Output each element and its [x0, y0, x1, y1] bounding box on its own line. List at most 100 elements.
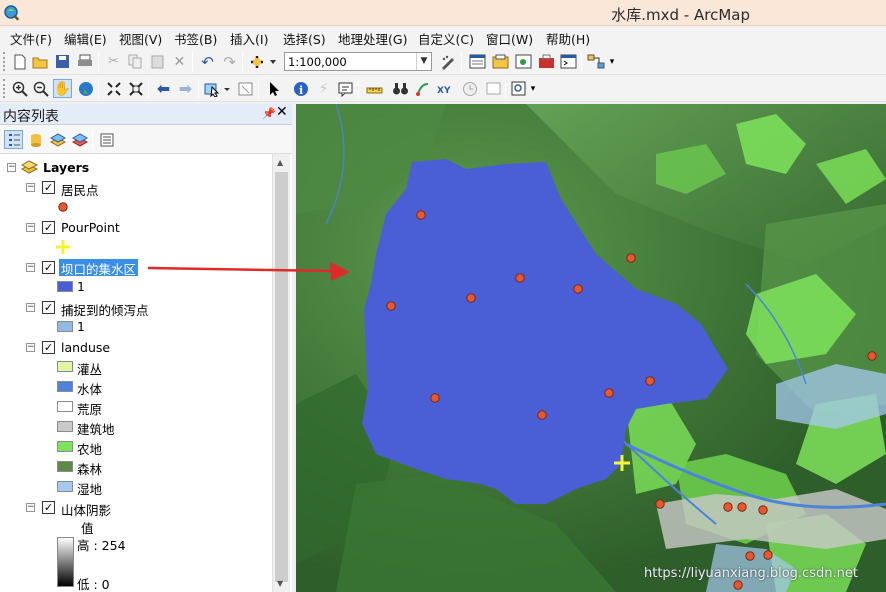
collapse-icon[interactable]: − — [26, 343, 35, 352]
table-of-contents-window-icon[interactable] — [468, 52, 487, 71]
menu-file[interactable]: 文件(F) — [10, 29, 52, 48]
layer-row-residents[interactable]: − ✓ 居民点 — [0, 178, 270, 198]
menu-insert[interactable]: 插入(I) — [230, 29, 268, 48]
select-elements-arrow-icon[interactable] — [265, 79, 284, 98]
fixed-zoom-out-icon[interactable] — [126, 79, 145, 98]
map-scale-combobox[interactable]: 1:100,000 ▼ — [284, 52, 432, 71]
find-route-icon[interactable] — [413, 79, 432, 98]
python-window-icon[interactable] — [559, 52, 578, 71]
toolbar-overflow-icon[interactable]: ▾ — [607, 52, 617, 71]
list-by-selection-icon[interactable] — [70, 130, 89, 149]
layer-row-catchment[interactable]: − ✓ 坝口的集水区 — [0, 258, 270, 277]
delete-icon[interactable]: ✕ — [170, 52, 189, 71]
toolbar-overflow-icon[interactable]: ▾ — [528, 79, 538, 98]
map-canvas[interactable] — [296, 104, 886, 592]
fixed-zoom-in-icon[interactable] — [104, 79, 123, 98]
html-popup-icon[interactable] — [336, 79, 355, 98]
paste-icon[interactable] — [148, 52, 167, 71]
go-to-xy-icon[interactable]: XY — [435, 79, 454, 98]
layer-row-snapped-pourpoint[interactable]: − ✓ 捕捉到的倾泻点 — [0, 298, 270, 318]
collapse-icon[interactable]: − — [26, 503, 35, 512]
menu-view[interactable]: 视图(V) — [119, 29, 162, 48]
collapse-icon[interactable]: − — [26, 303, 35, 312]
modelbuilder-icon[interactable] — [586, 52, 605, 71]
layer-visibility-checkbox[interactable]: ✓ — [42, 221, 55, 234]
toolbar-grip[interactable] — [3, 79, 6, 98]
list-by-source-icon[interactable] — [26, 130, 45, 149]
new-document-icon[interactable] — [10, 52, 29, 71]
layers-root-row[interactable]: − Layers — [0, 158, 270, 176]
scroll-down-icon[interactable]: ▼ — [277, 579, 283, 588]
layer-visibility-checkbox[interactable]: ✓ — [42, 181, 55, 194]
copy-icon[interactable] — [126, 52, 145, 71]
cut-icon[interactable]: ✂ — [104, 52, 123, 71]
menu-edit[interactable]: 编辑(E) — [64, 29, 107, 48]
layer-visibility-checkbox[interactable]: ✓ — [42, 501, 55, 514]
clear-selection-icon[interactable] — [236, 79, 255, 98]
menu-selection[interactable]: 选择(S) — [283, 29, 326, 48]
create-viewer-window-icon[interactable] — [484, 79, 503, 98]
zoom-in-icon[interactable] — [10, 79, 29, 98]
resident-point — [626, 253, 636, 263]
resident-point — [430, 393, 440, 403]
legend-landuse-class: 湿地 — [0, 478, 140, 497]
map-display[interactable] — [296, 104, 886, 592]
menu-bookmarks[interactable]: 书签(B) — [174, 29, 217, 48]
pin-icon[interactable]: 📌 — [262, 107, 276, 120]
resident-point — [466, 293, 476, 303]
magnifier-window-icon[interactable] — [509, 79, 529, 98]
find-binoculars-icon[interactable] — [391, 79, 410, 98]
layer-visibility-checkbox[interactable]: ✓ — [42, 341, 55, 354]
layer-row-pourpoint[interactable]: − ✓ PourPoint — [0, 218, 270, 236]
search-window-icon[interactable] — [514, 52, 533, 71]
collapse-icon[interactable]: − — [26, 183, 35, 192]
editor-toolbar-icon[interactable] — [438, 52, 457, 71]
close-icon[interactable]: ✕ — [276, 104, 288, 120]
toc-vertical-scrollbar[interactable]: ▲ ▼ — [272, 154, 290, 592]
collapse-icon[interactable]: − — [26, 263, 35, 272]
layer-visibility-checkbox[interactable]: ✓ — [42, 301, 55, 314]
go-forward-extent-icon[interactable]: ➡ — [176, 79, 195, 98]
layer-row-landuse[interactable]: − ✓ landuse — [0, 338, 270, 356]
layer-visibility-checkbox[interactable]: ✓ — [42, 261, 55, 274]
layer-row-hillshade[interactable]: − ✓ 山体阴影 — [0, 498, 270, 518]
zoom-out-icon[interactable] — [31, 79, 50, 98]
open-time-slider-icon[interactable] — [460, 79, 479, 98]
print-icon[interactable] — [75, 52, 94, 71]
save-icon[interactable] — [53, 52, 72, 71]
collapse-icon[interactable]: − — [26, 223, 35, 232]
open-folder-icon[interactable] — [31, 52, 50, 71]
landuse-class-label: 湿地 — [77, 482, 103, 497]
legend-landuse-class: 建筑地 — [0, 418, 140, 437]
scrollbar-thumb[interactable] — [275, 172, 288, 582]
measure-icon[interactable] — [365, 79, 384, 98]
hyperlink-lightning-icon[interactable]: ⚡ — [314, 79, 333, 98]
toolbar-grip[interactable] — [3, 52, 6, 71]
redo-icon[interactable]: ↷ — [220, 52, 239, 71]
toc-options-icon[interactable] — [97, 130, 116, 149]
go-back-extent-icon[interactable]: ⬅ — [154, 79, 173, 98]
collapse-icon[interactable]: − — [7, 163, 16, 172]
chevron-down-icon[interactable]: ▼ — [416, 53, 431, 70]
scroll-up-icon[interactable]: ▲ — [277, 158, 283, 167]
list-by-visibility-icon[interactable] — [48, 130, 67, 149]
select-features-icon[interactable] — [204, 79, 232, 98]
resident-point — [645, 376, 655, 386]
pan-hand-icon[interactable]: ✋ — [53, 79, 72, 98]
full-extent-globe-icon[interactable] — [76, 79, 95, 98]
landuse-class-label: 农地 — [77, 442, 103, 457]
menu-windows[interactable]: 窗口(W) — [486, 29, 533, 48]
arctoolbox-icon[interactable] — [537, 52, 556, 71]
menu-customize[interactable]: 自定义(C) — [418, 29, 474, 48]
hillshade-high-label: 高 : 254 — [77, 538, 126, 553]
undo-icon[interactable]: ↶ — [198, 52, 217, 71]
add-data-icon[interactable] — [248, 52, 278, 71]
hillshade-gradient-ramp — [57, 537, 74, 587]
catalog-window-icon[interactable] — [491, 52, 510, 71]
menu-geoprocessing[interactable]: 地理处理(G) — [338, 29, 407, 48]
list-by-drawing-order-icon[interactable] — [4, 130, 23, 149]
legend-catchment: 1 — [0, 278, 100, 296]
toolbar-separator — [505, 79, 506, 98]
identify-icon[interactable]: i — [291, 79, 310, 98]
menu-help[interactable]: 帮助(H) — [546, 29, 590, 48]
